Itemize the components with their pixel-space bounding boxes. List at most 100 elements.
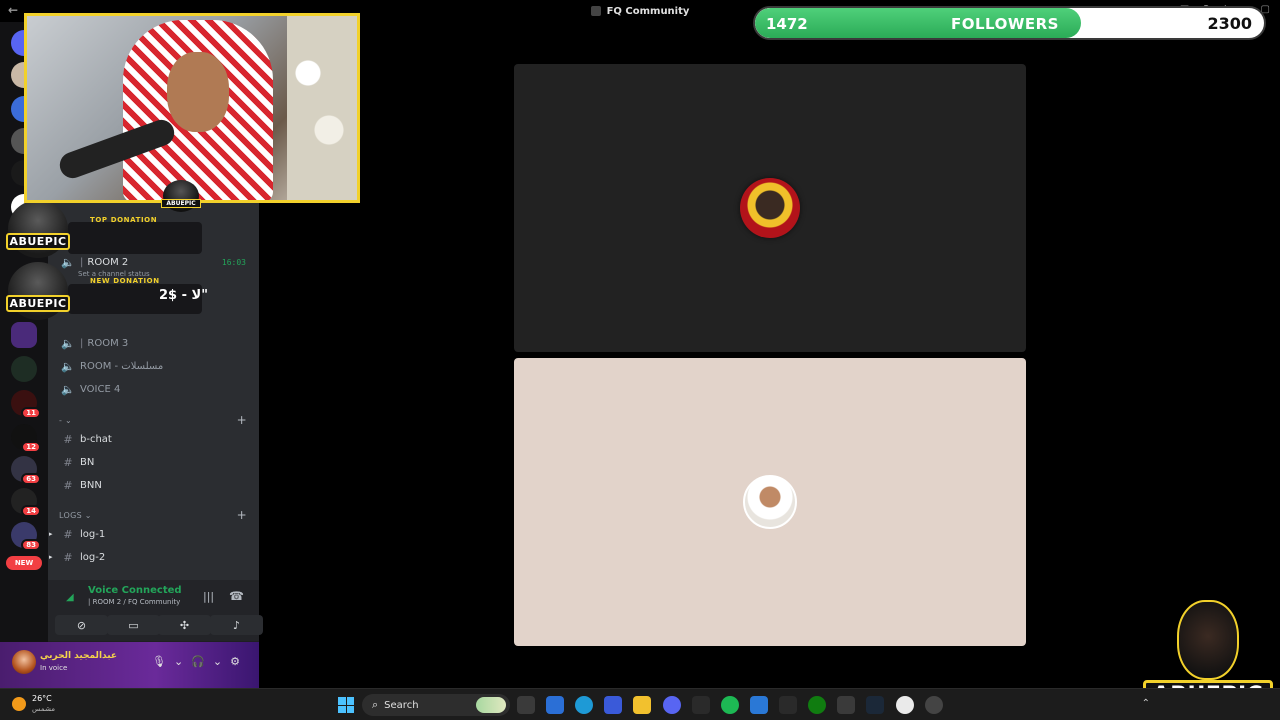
store-icon[interactable]	[604, 696, 622, 714]
screen-share-button[interactable]: ▭	[107, 615, 160, 635]
category-header-logs[interactable]: LOGS ⌄ +	[59, 507, 247, 523]
hashtag-icon: #	[63, 550, 73, 564]
gear-icon[interactable]: ⚙	[230, 655, 240, 668]
channel-name: ROOM - مسلسلات	[80, 360, 164, 372]
text-channel-b-chat[interactable]: # b-chat	[58, 428, 250, 450]
chevron-down-icon[interactable]: ⌄	[174, 655, 183, 668]
soundboard-icon: ♪	[232, 618, 241, 632]
new-donation-label: NEW DONATION	[90, 277, 160, 285]
voice-status-channel[interactable]: | ROOM 2 / FQ Community	[88, 598, 180, 606]
expand-icon: ▸	[49, 553, 53, 561]
system-tray[interactable]: ⌃	[1142, 698, 1150, 709]
server-icon[interactable]	[11, 356, 37, 382]
text-channel-log-1[interactable]: ▸ # log-1	[49, 523, 250, 545]
channel-name: ROOM 2	[87, 256, 129, 268]
camera-off-button[interactable]: ⊘	[55, 615, 108, 635]
weather-widget[interactable]: 26°C مشمس	[12, 694, 55, 714]
obs-icon[interactable]	[896, 696, 914, 714]
activities-icon: ✣	[179, 618, 190, 632]
participant-tile[interactable]	[514, 64, 1026, 352]
arrow-left-icon[interactable]: ←	[8, 3, 18, 17]
voice-channel-voice-4[interactable]: 🔈 VOICE 4	[58, 378, 250, 400]
category-header[interactable]: - ⌄ +	[59, 412, 247, 428]
new-badge[interactable]: NEW	[6, 556, 42, 570]
webcam-background-flowers	[287, 16, 357, 200]
server-icon[interactable]	[11, 322, 37, 348]
capcut-icon[interactable]	[779, 696, 797, 714]
mail-icon[interactable]	[750, 696, 768, 714]
steam-icon[interactable]	[866, 696, 884, 714]
add-channel-icon[interactable]: +	[237, 413, 247, 427]
followers-goal: 2300	[1207, 14, 1252, 33]
discord-icon[interactable]	[663, 696, 681, 714]
noise-suppression-icon[interactable]: |||	[203, 590, 214, 603]
logo-text: ABUEPIC	[161, 199, 201, 208]
server-icon[interactable]: 83	[11, 522, 41, 551]
channel-name: ROOM 3	[87, 337, 129, 349]
xbox-icon[interactable]	[808, 696, 826, 714]
unread-badge: 14	[21, 505, 41, 517]
followers-goal-bar: 1472 FOLLOWERS 2300	[753, 6, 1266, 40]
webcam-person-face	[167, 52, 229, 132]
server-logo-icon	[590, 6, 601, 16]
hashtag-icon: #	[63, 478, 73, 492]
followers-current: 1472	[766, 15, 808, 33]
channel-name: b-chat	[80, 433, 112, 445]
windows-start-icon[interactable]	[338, 697, 354, 713]
avatar[interactable]	[12, 650, 36, 674]
logo-text: ABUEPIC	[6, 233, 70, 250]
voice-channel-room-series[interactable]: 🔈 ROOM - مسلسلات	[58, 355, 250, 377]
avatar	[740, 178, 800, 238]
followers-label: FOLLOWERS	[951, 15, 1059, 33]
chevron-down-icon[interactable]: ⌄	[213, 655, 222, 668]
voice-connected-panel: ◢ Voice Connected | ROOM 2 / FQ Communit…	[48, 580, 263, 642]
app-icon[interactable]	[837, 696, 855, 714]
unread-badge: 12	[21, 441, 41, 453]
text-channel-bnn[interactable]: # BNN	[58, 474, 250, 496]
participant-tile[interactable]	[514, 358, 1026, 646]
telegram-icon[interactable]	[692, 696, 710, 714]
server-icon[interactable]: 63	[11, 456, 41, 485]
disconnect-icon[interactable]: ☎	[229, 589, 244, 603]
activities-button[interactable]: ✣	[158, 615, 211, 635]
widgets-icon[interactable]	[546, 696, 564, 714]
call-timer: 16:03	[221, 257, 246, 267]
chevron-up-icon[interactable]: ⌃	[1142, 698, 1150, 709]
headphones-icon[interactable]: 🎧	[191, 655, 205, 668]
unread-badge: 63	[21, 473, 41, 485]
server-icon[interactable]: 14	[11, 488, 41, 517]
channel-name: log-1	[80, 528, 106, 540]
abuepic-small-logo: ABUEPIC	[161, 180, 201, 212]
voice-status-title[interactable]: Voice Connected	[88, 585, 182, 596]
streamer-webcam	[24, 13, 360, 203]
server-icon[interactable]: 12	[11, 424, 41, 453]
edge-browser-icon[interactable]	[575, 696, 593, 714]
top-donation-box	[68, 222, 202, 254]
abuepic-logo: ABUEPIC	[6, 200, 70, 258]
expand-icon: ▸	[49, 530, 53, 538]
abuepic-logo: ABUEPIC	[6, 262, 70, 320]
spotify-icon[interactable]	[721, 696, 739, 714]
camera-off-icon: ⊘	[76, 618, 87, 632]
weather-temp: 26°C	[32, 694, 52, 703]
soundboard-button[interactable]: ♪	[210, 615, 263, 635]
add-channel-icon[interactable]: +	[237, 508, 247, 522]
app-icon[interactable]	[925, 696, 943, 714]
username[interactable]: عبدالمجيد الحربي	[40, 651, 117, 661]
donation-amount: 2$ - ﻻ"	[159, 288, 209, 303]
server-icon[interactable]: 11	[11, 390, 41, 419]
speaker-icon: 🔈	[61, 382, 75, 396]
signal-icon[interactable]: ◢	[66, 592, 74, 603]
task-view-icon[interactable]	[517, 696, 535, 714]
text-channel-bn[interactable]: # BN	[58, 451, 250, 473]
hashtag-icon: #	[63, 527, 73, 541]
microphone-icon[interactable]: 🎙	[152, 655, 166, 668]
channel-name: log-2	[80, 551, 106, 563]
text-channel-log-2[interactable]: ▸ # log-2	[49, 546, 250, 568]
voice-channel-room-3[interactable]: 🔈 | ROOM 3	[58, 332, 250, 354]
file-explorer-icon[interactable]	[633, 696, 651, 714]
user-status: In voice	[40, 664, 68, 672]
taskbar-search[interactable]: ⌕ Search	[362, 694, 510, 716]
search-label: Search	[384, 699, 419, 711]
channel-name: BNN	[80, 479, 102, 491]
